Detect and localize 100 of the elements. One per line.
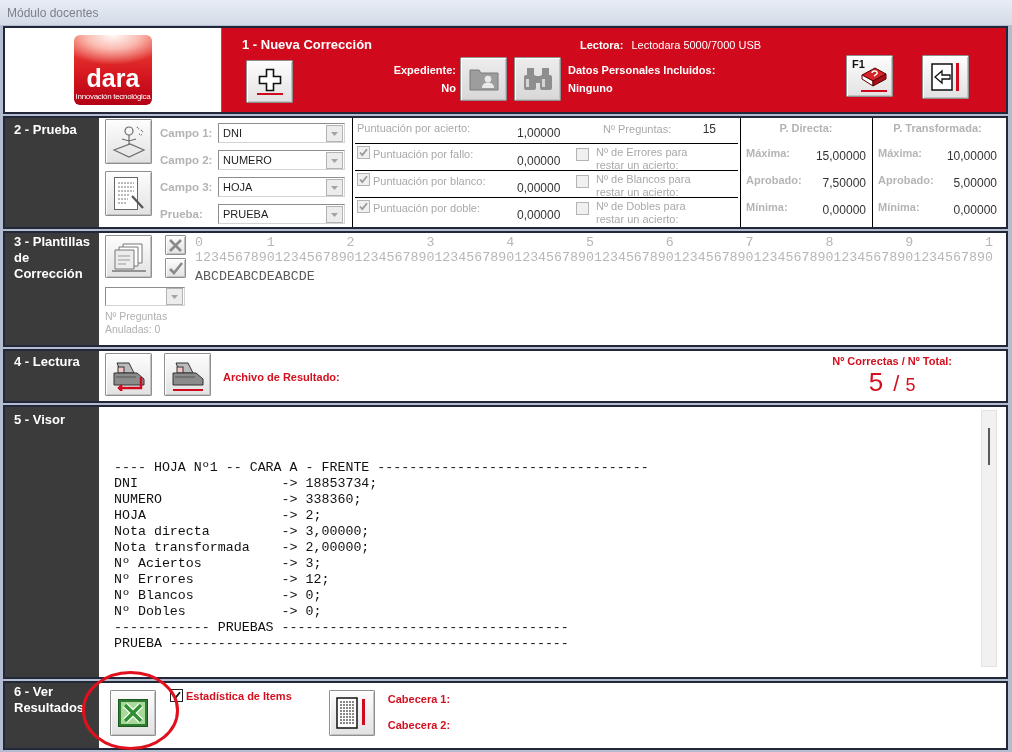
summary-value: 0,00000 bbox=[953, 202, 997, 217]
correct-count: 5 bbox=[868, 368, 884, 396]
section-title: 4 - Lectura bbox=[14, 354, 80, 370]
viewer-line: PRUEBA -------------------------------------------------- bbox=[114, 636, 569, 652]
file-value: No bbox=[441, 81, 456, 95]
checkbox-label: Estadística de Items bbox=[186, 690, 292, 703]
summary-label: Mínima: bbox=[746, 201, 788, 213]
reader-label: Lectora: bbox=[580, 37, 624, 52]
summary-label: Aprobado: bbox=[746, 174, 802, 186]
header-field-label: Cabecera 1: bbox=[387, 693, 451, 706]
plus-icon bbox=[255, 68, 284, 95]
caret-icon bbox=[326, 124, 343, 142]
field-label: Campo 2: bbox=[160, 154, 213, 166]
score-label: Puntuación por blanco: bbox=[373, 175, 486, 188]
cross-button[interactable] bbox=[165, 235, 186, 255]
score-label: Puntuación por doble: bbox=[373, 202, 481, 215]
caret-icon bbox=[326, 178, 343, 196]
help-button[interactable]: F1 bbox=[846, 55, 893, 97]
field-label: Prueba: bbox=[160, 208, 203, 220]
count-separator: / bbox=[893, 370, 900, 398]
personal-data-value: Ninguno bbox=[568, 81, 613, 95]
limit-label: Nº de Blancos para restar un acierto: bbox=[596, 173, 692, 199]
question-count-value: 15 bbox=[702, 123, 716, 136]
exit-button[interactable] bbox=[922, 55, 969, 99]
section-title: 5 - Visor bbox=[14, 412, 66, 428]
cross-icon bbox=[168, 237, 183, 253]
summary-title: P. Directa: bbox=[779, 122, 833, 135]
person-desk-icon bbox=[111, 123, 146, 160]
viewer-line: HOJA -> 2; bbox=[114, 508, 322, 524]
personal-data-label: Datos Personales Incluidos: bbox=[568, 63, 716, 77]
score-total-label: Nº Correctas / Nº Total: bbox=[832, 355, 952, 368]
window-title: Módulo docentes bbox=[7, 5, 99, 20]
answer-key-text: ABCDEABCDEABCDE bbox=[195, 269, 315, 284]
summary-value: 10,00000 bbox=[946, 148, 997, 163]
scan-button[interactable] bbox=[164, 353, 211, 396]
papers-icon bbox=[111, 241, 146, 272]
summary-value: 0,00000 bbox=[822, 202, 866, 217]
checkmark-icon bbox=[359, 202, 368, 211]
exit-icon bbox=[930, 62, 961, 92]
section-title: 6 - Ver Resultados bbox=[14, 684, 86, 716]
table-button[interactable] bbox=[328, 690, 375, 736]
document-button[interactable] bbox=[105, 171, 152, 216]
question-count-label: Nº Preguntas: bbox=[603, 123, 672, 136]
score-value: 0,00000 bbox=[517, 180, 561, 195]
limit-label: Nº de Dobles para restar un acierto: bbox=[596, 200, 687, 226]
summary-label: Máxima: bbox=[746, 147, 791, 159]
reader-value: Lectodara 5000/7000 USB bbox=[631, 37, 762, 52]
papers-button[interactable] bbox=[105, 235, 152, 278]
viewer-line: ------------ PRUEBAS ------------------------------------ bbox=[114, 620, 569, 636]
score-label: Puntuación por acierto: bbox=[357, 122, 471, 135]
viewer-line: Nota directa -> 3,00000; bbox=[114, 524, 370, 540]
field-label: Campo 3: bbox=[160, 181, 213, 193]
scrollbar[interactable] bbox=[981, 410, 997, 667]
scan-button[interactable] bbox=[105, 353, 152, 396]
summary-value: 7,50000 bbox=[822, 175, 866, 190]
column-tens-ruler: 0 1 2 3 4 5 6 7 8 9 1 bbox=[195, 235, 993, 250]
viewer-line: Nº Blancos -> 0; bbox=[114, 588, 322, 604]
result-file-label: Archivo de Resultado: bbox=[223, 370, 340, 384]
logo-wordmark: dara bbox=[86, 66, 140, 90]
total-count: 5 bbox=[905, 375, 916, 395]
check-icon bbox=[168, 260, 183, 276]
section-title: 3 - Plantillas de Corrección bbox=[14, 234, 91, 282]
folder-person-icon bbox=[468, 67, 499, 91]
annulled-count-label: Nº Preguntas Anuladas: 0 bbox=[105, 310, 169, 336]
limit-label: Nº de Errores para restar un acierto: bbox=[596, 146, 689, 172]
document-icon bbox=[112, 175, 145, 212]
summary-label: Máxima: bbox=[878, 147, 923, 159]
logo-tagline: Innovación tecnológica bbox=[75, 92, 151, 101]
summary-label: Mínima: bbox=[878, 201, 920, 213]
viewer-line: Nº Dobles -> 0; bbox=[114, 604, 322, 620]
section-title: 2 - Prueba bbox=[14, 122, 77, 138]
viewer-line: ---- HOJA Nº1 -- CARA A - FRENTE ---------------------------------- bbox=[114, 460, 649, 476]
summary-value: 5,00000 bbox=[953, 175, 997, 190]
score-value: 1,00000 bbox=[517, 126, 561, 140]
person-desk-button[interactable] bbox=[105, 119, 152, 164]
spreadsheet-icon bbox=[118, 699, 148, 727]
help-book-icon bbox=[860, 66, 888, 92]
viewer-line: NUMERO -> 338360; bbox=[114, 492, 362, 508]
caret-icon bbox=[326, 151, 343, 169]
header-field-label: Cabecera 2: bbox=[387, 719, 451, 732]
column-units-ruler: 1234567890123456789012345678901234567890123456789012345678901234567890123456789012345678901234567890 bbox=[195, 250, 993, 265]
score-value: 0,00000 bbox=[517, 208, 561, 222]
check-button[interactable] bbox=[165, 258, 186, 278]
file-label: Expediente: bbox=[393, 63, 456, 77]
checkmark-icon bbox=[359, 175, 368, 184]
viewer-line: Nº Errores -> 12; bbox=[114, 572, 330, 588]
viewer-line: Nº Aciertos -> 3; bbox=[114, 556, 322, 572]
checkmark-icon bbox=[359, 148, 368, 157]
summary-label: Aprobado: bbox=[878, 174, 934, 186]
spreadsheet-button[interactable] bbox=[110, 690, 156, 736]
caret-icon bbox=[166, 288, 183, 305]
summary-title: P. Transformada: bbox=[893, 122, 982, 135]
binoculars-icon bbox=[522, 67, 553, 91]
score-label: Puntuación por fallo: bbox=[373, 148, 474, 161]
field-label: Campo 1: bbox=[160, 127, 213, 139]
section-title: 1 - Nueva Corrección bbox=[242, 37, 373, 52]
table-icon bbox=[335, 697, 368, 729]
dropdown-field[interactable] bbox=[105, 287, 185, 306]
viewer-line: Nota transformada -> 2,00000; bbox=[114, 540, 370, 556]
new-button[interactable] bbox=[246, 60, 293, 103]
